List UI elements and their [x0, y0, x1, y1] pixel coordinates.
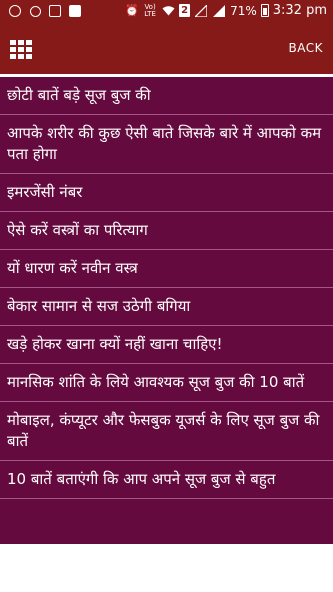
app-bar: BACK — [0, 24, 333, 74]
list-item[interactable]: खड़े होकर खाना क्यों नहीं खाना चाहिए! — [0, 326, 333, 364]
sim-indicator: 2 — [179, 4, 191, 17]
signal-icon-2 — [212, 4, 226, 18]
notification-icons — [8, 4, 82, 18]
list-item[interactable]: मोबाइल, कंप्यूटर और फेसबुक यूजर्स के लिए… — [0, 402, 333, 461]
list-item[interactable]: मानसिक शांति के लिये आवश्यक सूज बुज की 1… — [0, 364, 333, 402]
signal-icon — [194, 4, 208, 18]
alarm-icon: ⏰ — [125, 4, 139, 17]
photos-icon — [68, 4, 82, 18]
battery-percent: 71% — [230, 3, 257, 18]
list-item[interactable]: यों धारण करें नवीन वस्त्र — [0, 250, 333, 288]
system-icons: ⏰ Vo) LTE 2 71% 3:32 pm — [125, 3, 327, 18]
list-item[interactable]: बेकार सामान से सज उठेगी बगिया — [0, 288, 333, 326]
gallery-icon — [48, 4, 62, 18]
clock: 3:32 pm — [272, 3, 327, 18]
list-item[interactable]: इमरजेंसी नंबर — [0, 174, 333, 212]
list-item[interactable]: आपके शरीर की कुछ ऐसी बाते जिसके बारे में… — [0, 115, 333, 174]
list-item[interactable]: छोटी बातें बड़े सूज बुज की — [0, 77, 333, 115]
wifi-icon — [161, 4, 175, 18]
status-bar: ⏰ Vo) LTE 2 71% 3:32 pm — [0, 0, 333, 24]
list-item[interactable]: ऐसे करें वस्त्रों का परित्याग — [0, 212, 333, 250]
topic-list[interactable]: छोटी बातें बड़े सूज बुज की आपके शरीर की … — [0, 74, 333, 544]
whatsapp-icon — [28, 4, 42, 18]
notification-icon — [8, 4, 22, 18]
list-item[interactable]: 10 बातें बताएंगी कि आप अपने सूज बुज से ब… — [0, 461, 333, 499]
back-button[interactable]: BACK — [289, 41, 323, 55]
volte-icon: Vo) LTE — [144, 2, 156, 18]
grid-menu-icon[interactable] — [10, 40, 32, 59]
battery-icon — [260, 4, 269, 17]
